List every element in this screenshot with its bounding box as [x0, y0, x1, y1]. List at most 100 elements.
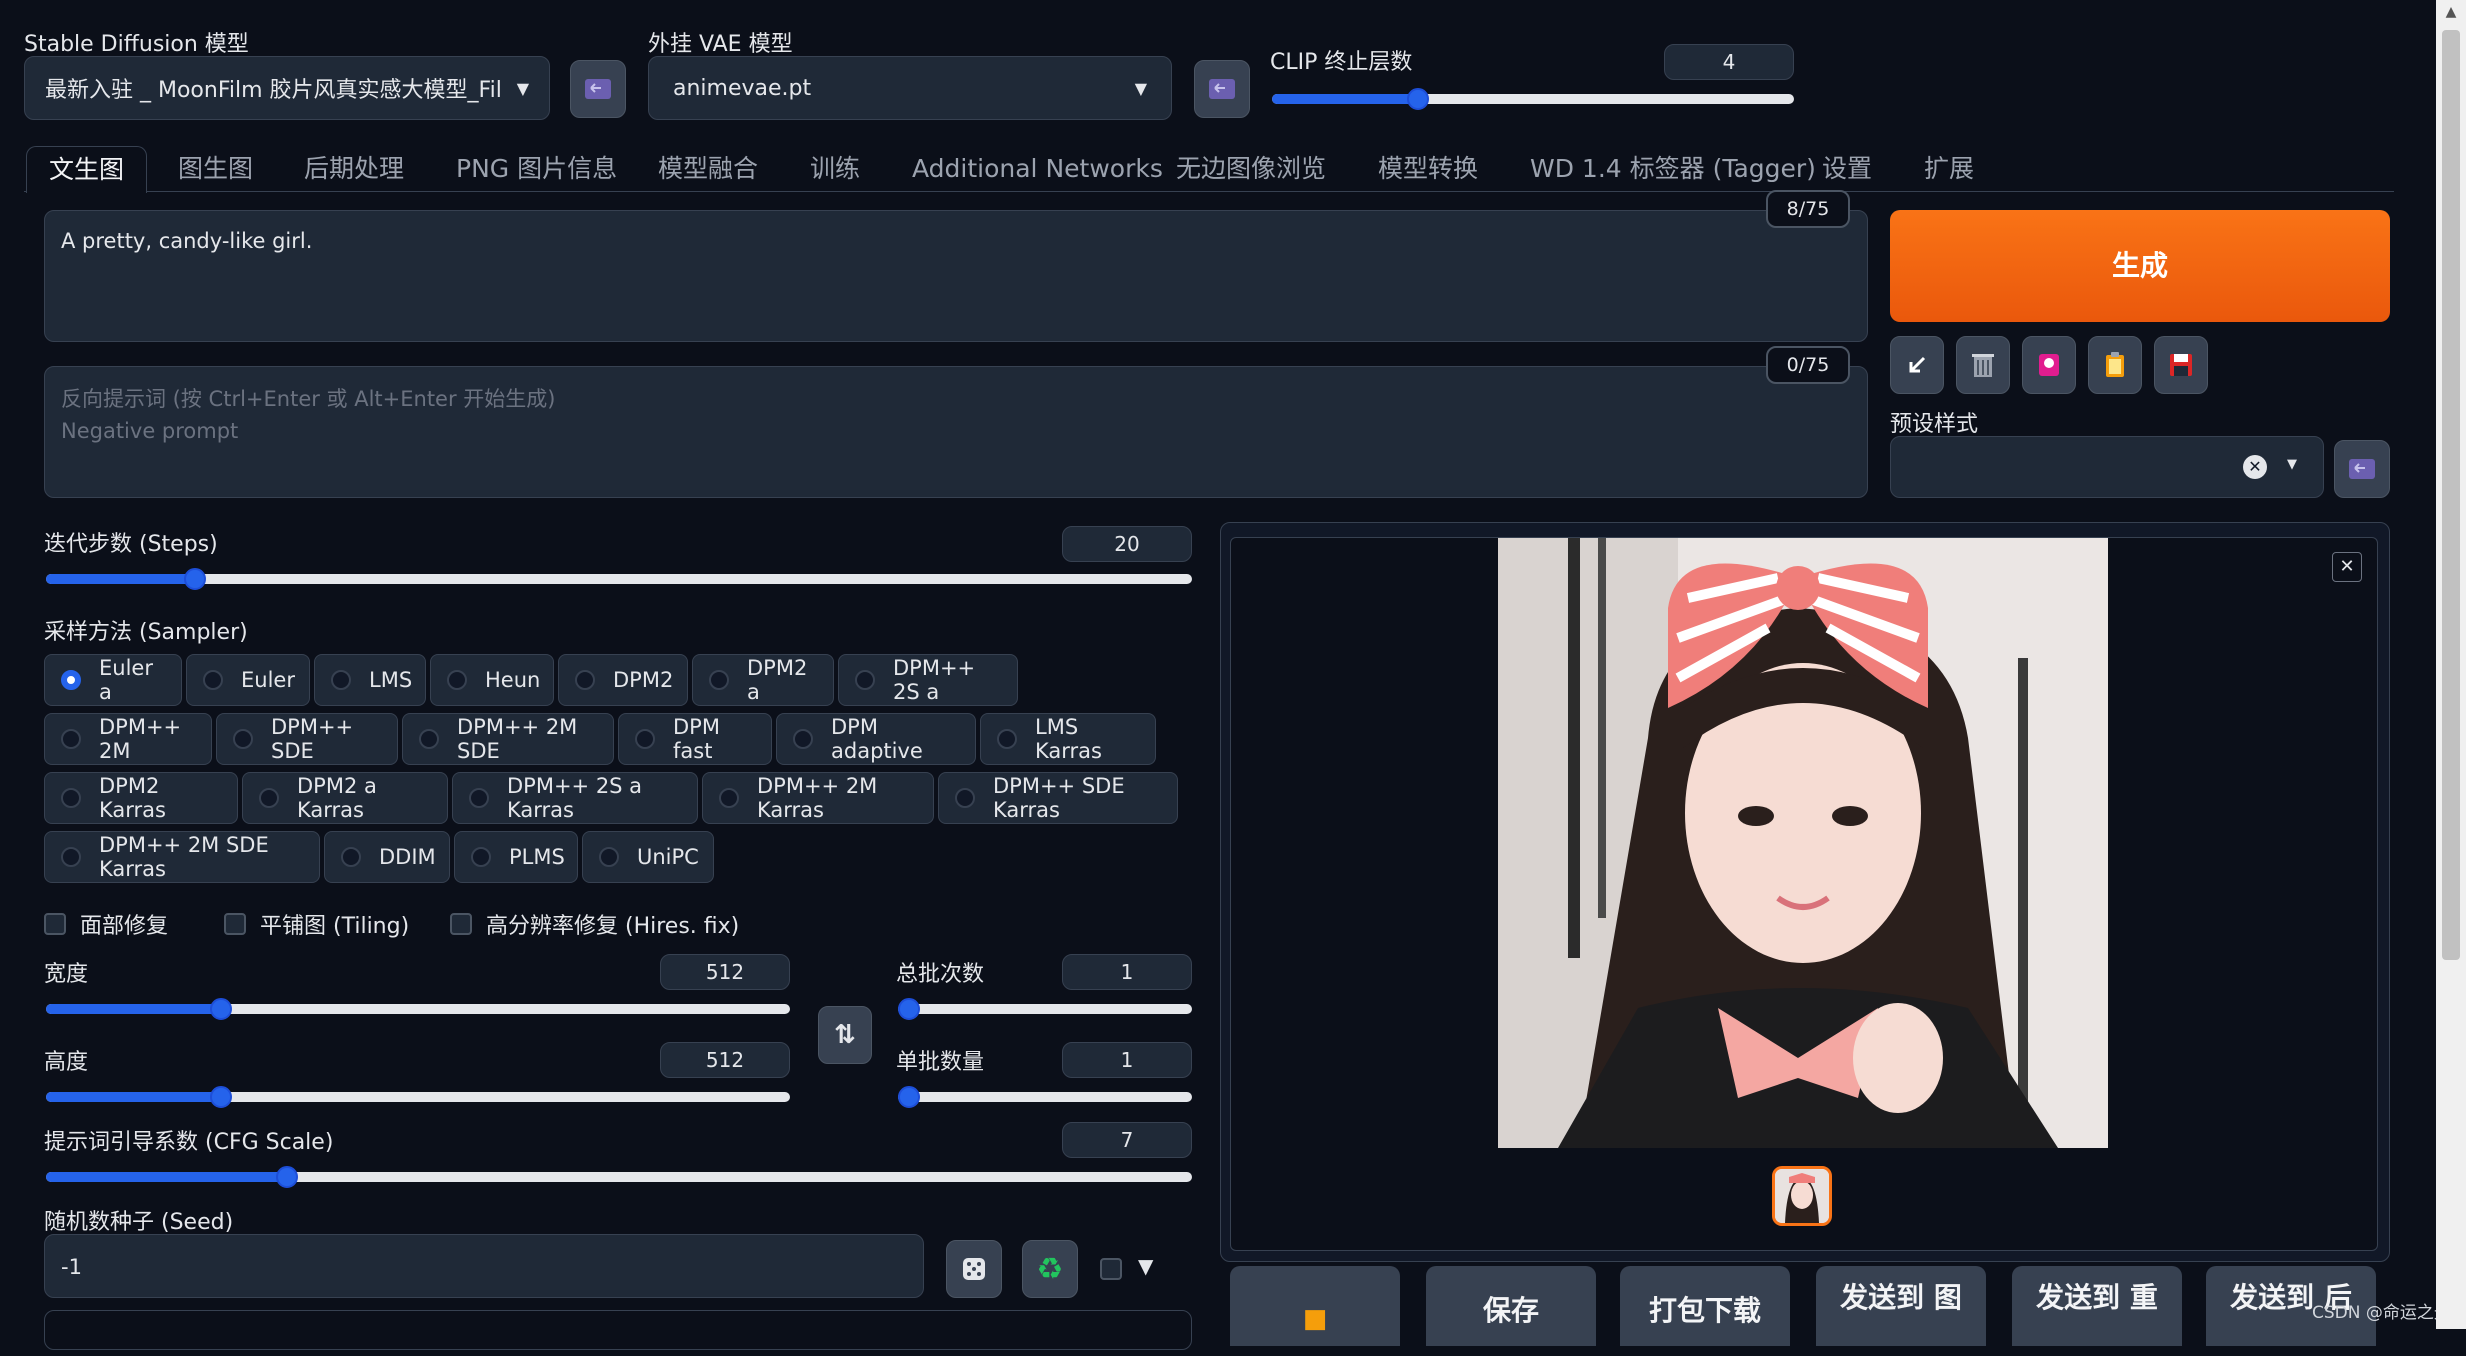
generate-button[interactable]: 生成: [1890, 210, 2390, 322]
scrollbar[interactable]: ▲: [2436, 0, 2466, 1329]
batch-count-input[interactable]: 1: [1062, 954, 1192, 990]
sampler-option[interactable]: UniPC: [582, 831, 714, 883]
folder-icon: ■: [1302, 1304, 1328, 1334]
reuse-seed-button[interactable]: ♻: [1022, 1240, 1078, 1298]
tab-extensions[interactable]: 扩展: [1924, 146, 1974, 192]
negative-prompt-textarea[interactable]: 反向提示词 (按 Ctrl+Enter 或 Alt+Enter 开始生成) Ne…: [44, 366, 1868, 498]
random-seed-button[interactable]: [946, 1240, 1002, 1298]
tab-tagger[interactable]: WD 1.4 标签器 (Tagger): [1530, 146, 1816, 192]
width-label: 宽度: [44, 962, 89, 987]
extra-networks-button[interactable]: [2022, 336, 2076, 394]
sampler-option[interactable]: DPM2: [558, 654, 688, 706]
clear-prompt-button[interactable]: [1956, 336, 2010, 394]
scroll-up-icon[interactable]: ▲: [2440, 4, 2462, 26]
hires-fix-checkbox[interactable]: 高分辨率修复 (Hires. fix): [450, 908, 739, 940]
sampler-option[interactable]: DPM++ SDE Karras: [938, 772, 1178, 824]
extra-seed-checkbox[interactable]: [1100, 1258, 1122, 1280]
send-to-inpaint-button[interactable]: 发送到 重: [2012, 1266, 2182, 1346]
height-input[interactable]: 512: [660, 1042, 790, 1078]
tab-txt2img[interactable]: 文生图: [26, 146, 148, 193]
prompt-token-counter: 8/75: [1766, 190, 1850, 228]
send-to-img2img-button[interactable]: 发送到 图: [1816, 1266, 1986, 1346]
width-slider[interactable]: [46, 998, 790, 1020]
scrollbar-thumb[interactable]: [2442, 30, 2460, 960]
negative-token-counter: 0/75: [1766, 346, 1850, 384]
thumbnail[interactable]: [1772, 1166, 1832, 1226]
swap-dimensions-button[interactable]: ⇅: [818, 1006, 872, 1064]
sampler-option[interactable]: DPM++ 2M Karras: [702, 772, 934, 824]
generated-image[interactable]: [1498, 538, 2108, 1148]
sampler-option[interactable]: DPM++ 2S a: [838, 654, 1018, 706]
refresh-styles-button[interactable]: [2334, 440, 2390, 498]
steps-label: 迭代步数 (Steps): [44, 532, 218, 557]
save-style-button[interactable]: [2154, 336, 2208, 394]
sampler-option[interactable]: DPM++ 2M SDE Karras: [44, 831, 320, 883]
close-preview-icon[interactable]: ✕: [2332, 552, 2362, 582]
tab-additional-networks[interactable]: Additional Networks: [912, 146, 1163, 192]
seed-input[interactable]: -1: [44, 1234, 924, 1298]
steps-slider[interactable]: [46, 568, 1192, 590]
sampler-option[interactable]: PLMS: [454, 831, 578, 883]
sampler-option[interactable]: DPM fast: [618, 713, 772, 765]
height-slider[interactable]: [46, 1086, 790, 1108]
tab-merge[interactable]: 模型融合: [658, 146, 758, 192]
cfg-slider[interactable]: [46, 1166, 1192, 1188]
vae-dropdown[interactable]: animevae.pt ▼: [648, 56, 1172, 120]
batch-count-slider[interactable]: [898, 998, 1192, 1020]
open-folder-button[interactable]: ■: [1230, 1266, 1400, 1346]
restore-faces-checkbox[interactable]: 面部修复: [44, 908, 168, 940]
sd-model-label: Stable Diffusion 模型: [24, 32, 249, 57]
sampler-option[interactable]: Euler: [186, 654, 310, 706]
vae-label: 外挂 VAE 模型: [648, 32, 793, 57]
sampler-option[interactable]: DPM2 a: [692, 654, 834, 706]
negative-placeholder-line1: 反向提示词 (按 Ctrl+Enter 或 Alt+Enter 开始生成): [61, 387, 556, 411]
sampler-option[interactable]: DPM adaptive: [776, 713, 976, 765]
clip-value-input[interactable]: 4: [1664, 44, 1794, 80]
sampler-option[interactable]: LMS Karras: [980, 713, 1156, 765]
sampler-option[interactable]: DDIM: [324, 831, 450, 883]
read-params-button[interactable]: [1890, 336, 1944, 394]
tiling-checkbox[interactable]: 平铺图 (Tiling): [224, 908, 409, 940]
watermark: CSDN @命运之光: [2312, 1303, 2451, 1323]
cfg-input[interactable]: 7: [1062, 1122, 1192, 1158]
sampler-option[interactable]: DPM++ 2M: [44, 713, 212, 765]
clear-icon[interactable]: ✕: [2243, 455, 2267, 479]
sampler-option[interactable]: DPM2 a Karras: [242, 772, 448, 824]
clip-slider[interactable]: [1272, 88, 1794, 110]
tab-extras[interactable]: 后期处理: [304, 146, 404, 192]
apply-style-button[interactable]: [2088, 336, 2142, 394]
refresh-models-button[interactable]: [570, 60, 626, 118]
batch-size-slider[interactable]: [898, 1086, 1192, 1108]
sampler-option[interactable]: DPM++ 2M SDE: [402, 713, 614, 765]
prompt-text: A pretty, candy-like girl.: [61, 229, 313, 253]
save-button[interactable]: 保存: [1426, 1266, 1596, 1346]
sampler-option[interactable]: LMS: [314, 654, 426, 706]
tab-img2img[interactable]: 图生图: [178, 146, 253, 192]
tab-png-info[interactable]: PNG 图片信息: [456, 146, 617, 192]
sampler-option[interactable]: Euler a: [44, 654, 182, 706]
tab-model-convert[interactable]: 模型转换: [1378, 146, 1478, 192]
batch-count-label: 总批次数: [896, 962, 985, 987]
refresh-vae-button[interactable]: [1194, 60, 1250, 118]
prompt-textarea[interactable]: A pretty, candy-like girl.: [44, 210, 1868, 342]
zip-download-button[interactable]: 打包下载: [1620, 1266, 1790, 1346]
height-label: 高度: [44, 1050, 89, 1075]
swap-arrow-icon: [1209, 79, 1235, 99]
steps-input[interactable]: 20: [1062, 526, 1192, 562]
preset-style-label: 预设样式: [1890, 412, 1979, 437]
sd-model-dropdown[interactable]: 最新入驻 _ MoonFilm 胶片风真实感大模型_Fil ▼: [24, 56, 550, 120]
clipboard-icon: [2106, 352, 2124, 377]
triangle-down-icon[interactable]: ▼: [1138, 1254, 1153, 1278]
tab-train[interactable]: 训练: [810, 146, 860, 192]
sampler-option[interactable]: Heun: [430, 654, 554, 706]
preset-style-dropdown[interactable]: ✕ ▼: [1890, 436, 2324, 498]
sampler-option[interactable]: DPM2 Karras: [44, 772, 238, 824]
tab-infinite-browser[interactable]: 无边图像浏览: [1176, 146, 1326, 192]
sampler-option[interactable]: DPM++ 2S a Karras: [452, 772, 698, 824]
tab-settings[interactable]: 设置: [1822, 146, 1872, 192]
sd-model-value: 最新入驻 _ MoonFilm 胶片风真实感大模型_Fil: [45, 78, 502, 103]
sampler-option[interactable]: DPM++ SDE: [216, 713, 398, 765]
picture-icon: [2039, 354, 2059, 376]
batch-size-input[interactable]: 1: [1062, 1042, 1192, 1078]
width-input[interactable]: 512: [660, 954, 790, 990]
